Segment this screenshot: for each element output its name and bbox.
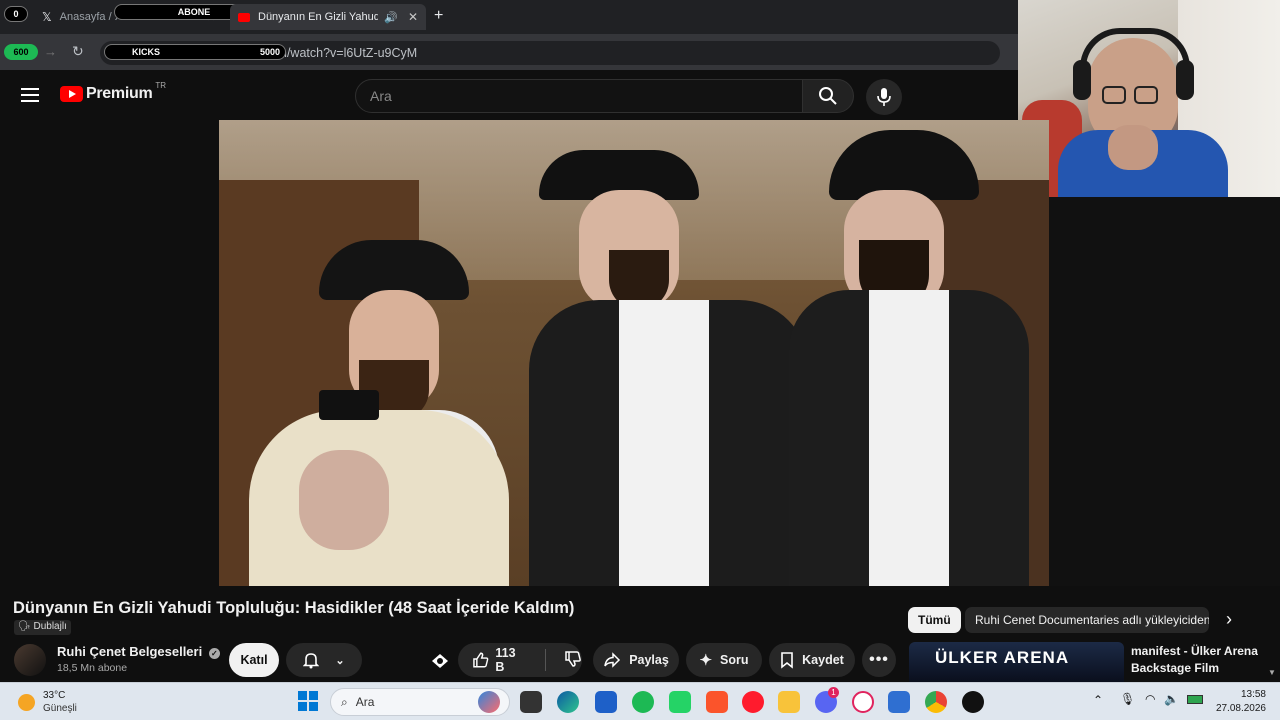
dislike-button[interactable] (564, 650, 582, 671)
channel-avatar[interactable] (14, 644, 46, 676)
whatsapp-icon[interactable] (669, 691, 691, 713)
recommended-thumbnail[interactable]: ÜLKER ARENA (909, 642, 1124, 682)
volume-icon[interactable]: 🔈 (1164, 692, 1179, 706)
clock[interactable]: 13:58 27.08.2026 (1210, 688, 1266, 716)
more-actions-button[interactable]: ••• (862, 643, 896, 677)
new-tab-button[interactable]: + (434, 7, 443, 25)
share-button[interactable]: Paylaş (593, 643, 679, 677)
weather-widget[interactable]: 33°C Güneşli (18, 689, 77, 715)
outlook-icon[interactable] (888, 691, 910, 713)
copilot-icon[interactable] (478, 691, 500, 713)
search-icon (819, 87, 837, 105)
recommended-title[interactable]: manifest - Ülker Arena Backstage Film (1131, 643, 1258, 677)
headphones-icon (1073, 60, 1091, 100)
opera-icon[interactable] (742, 691, 764, 713)
kicks-progress-start: 600 (4, 44, 38, 60)
stream-counter-left: 0 (4, 6, 28, 22)
bookmark-icon (781, 652, 793, 669)
thumbs-down-icon (565, 650, 581, 667)
wifi-icon[interactable]: ◠ (1145, 692, 1155, 706)
opera-gx-icon[interactable] (852, 691, 874, 713)
chrome-icon[interactable] (925, 691, 947, 713)
save-button[interactable]: Kaydet (769, 643, 855, 677)
menu-icon[interactable] (21, 88, 39, 102)
microphone-icon[interactable]: 🎙 (1120, 692, 1135, 706)
edge-icon[interactable] (557, 691, 579, 713)
channel-name[interactable]: Ruhi Çenet Belgeselleri ✓ (57, 644, 220, 659)
start-button[interactable] (298, 691, 318, 711)
battery-icon[interactable] (1187, 695, 1203, 704)
chip-uploader[interactable]: Ruhi Cenet Documentaries adlı yükleyicid… (965, 607, 1209, 633)
verified-icon: ✓ (208, 648, 220, 659)
thanks-icon[interactable] (430, 652, 450, 670)
thumbs-up-icon (473, 652, 489, 668)
youtube-play-logo-icon (60, 86, 83, 102)
discord-icon[interactable]: 1 (815, 687, 839, 713)
chip-all[interactable]: Tümü (908, 607, 961, 633)
tray-chevron-icon[interactable]: ⌃ (1093, 693, 1103, 707)
browser-toolbar: 600 → ↻ https://www.youtube.com/watch?v=… (0, 34, 1018, 70)
tab-youtube-video[interactable]: Dünyanın En Gizli Yahudi To 🔊 ✕ (230, 4, 426, 30)
spotify-icon[interactable] (632, 691, 654, 713)
brave-icon[interactable] (706, 691, 728, 713)
x-logo-icon: 𝕏 (42, 10, 52, 24)
search-input[interactable]: Ara (355, 79, 803, 113)
join-button[interactable]: Katıl (229, 643, 279, 677)
like-button[interactable]: 113 B (472, 646, 527, 674)
subscriber-count: 18,5 Mn abone (57, 662, 128, 674)
reload-icon[interactable]: ↻ (72, 43, 84, 60)
dubbed-badge: 🗣 Dublajlı (14, 620, 71, 635)
search-button[interactable] (802, 79, 854, 113)
more-horizontal-icon: ••• (869, 651, 889, 668)
sparkle-icon: ✦ (699, 652, 713, 669)
file-explorer-icon[interactable] (778, 691, 800, 713)
like-dislike-group: 113 B (458, 643, 582, 677)
browser-tab-strip: 0 𝕏 Anasayfa / X ✕ ABONE 20 Dünyanın En … (0, 0, 1018, 34)
microphone-icon (877, 88, 891, 106)
chevron-down-icon: ⌄ (335, 654, 345, 667)
audio-playing-icon[interactable]: 🔊 (384, 11, 398, 24)
forward-icon[interactable]: → (44, 44, 57, 59)
youtube-premium-logo[interactable]: Premium TR (60, 81, 166, 103)
video-title: Dünyanın En Gizli Yahudi Topluluğu: Hasi… (13, 599, 575, 617)
sun-icon (18, 693, 35, 711)
audio-track-icon: 🗣 (18, 621, 31, 632)
bell-icon (303, 653, 320, 669)
close-tab-icon[interactable]: ✕ (408, 10, 418, 24)
share-icon (604, 652, 621, 668)
discord-notification-badge: 1 (828, 687, 839, 698)
obs-icon[interactable] (962, 691, 984, 713)
scroll-down-icon[interactable]: ▼ (1268, 668, 1276, 677)
task-view-icon[interactable] (520, 691, 542, 713)
youtube-header: Premium TR Ara (0, 70, 1018, 120)
ask-button[interactable]: ✦ Soru (686, 643, 762, 677)
kicks-goal-bar: KICKS 5000 (104, 44, 286, 60)
app-blue-icon[interactable] (595, 691, 617, 713)
video-person-right (789, 130, 1029, 586)
sidebar-dark-area (1049, 197, 1280, 586)
youtube-favicon-icon (238, 12, 250, 22)
video-player[interactable] (219, 120, 1049, 586)
notification-button[interactable]: ⌄ (286, 643, 362, 677)
voice-search-button[interactable] (866, 79, 902, 115)
video-person-center (529, 120, 809, 586)
chips-next-icon[interactable]: › (1226, 609, 1232, 630)
windows-taskbar: 33°C Güneşli ⌕ Ara 1 ⌃ 🎙 ◠ 🔈 13:58 27.08… (0, 682, 1280, 720)
search-icon: ⌕ (341, 694, 348, 709)
webcam-overlay (1018, 0, 1280, 197)
video-person-elder (249, 390, 509, 586)
